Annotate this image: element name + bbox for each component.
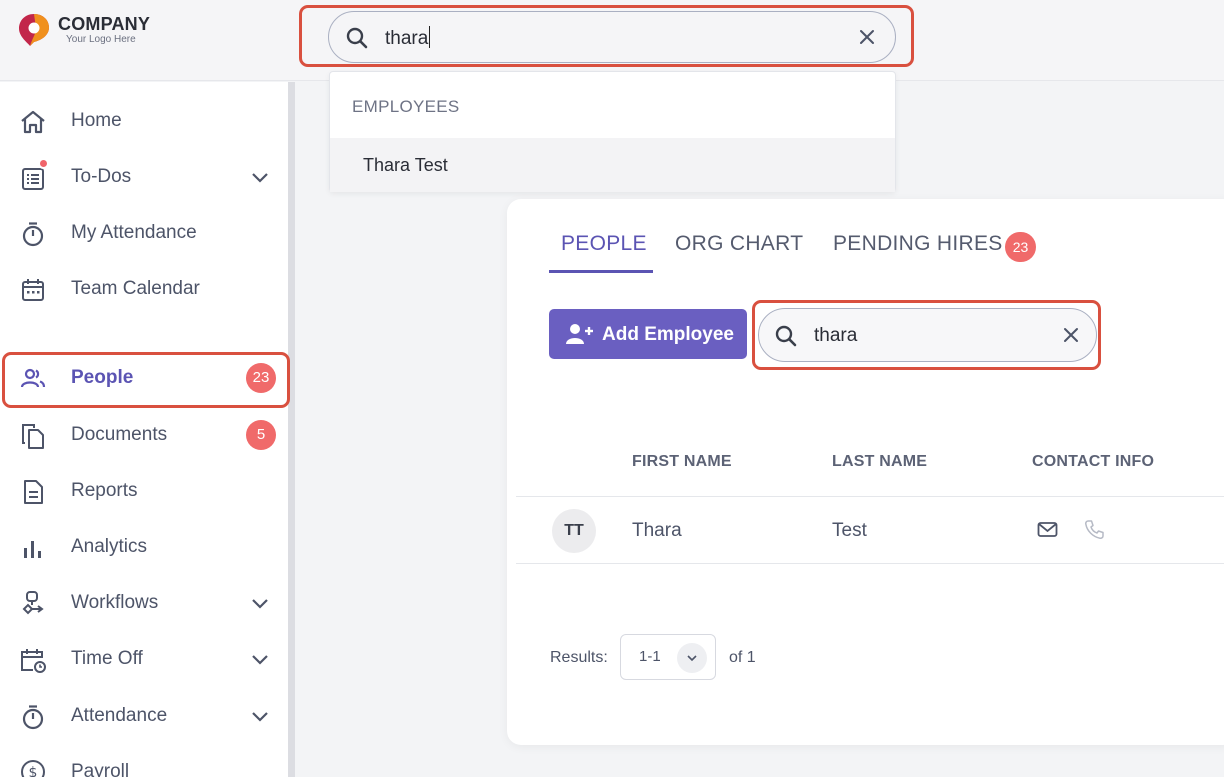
add-employee-button[interactable]: Add Employee xyxy=(549,309,747,359)
column-header-first-name[interactable]: FIRST NAME xyxy=(632,453,732,471)
sidebar-item-workflows[interactable]: Workflows xyxy=(0,577,290,629)
sidebar-item-payroll[interactable]: $ Payroll xyxy=(0,745,290,777)
sidebar-item-label: Attendance xyxy=(71,705,168,726)
documents-icon xyxy=(22,424,44,449)
tab-org-chart[interactable]: ORG CHART xyxy=(675,232,803,256)
logo-name: COMPANY xyxy=(58,14,151,34)
avatar: TT xyxy=(552,509,596,553)
sidebar-item-label: Payroll xyxy=(71,761,130,777)
add-employee-label: Add Employee xyxy=(602,324,734,345)
close-icon[interactable] xyxy=(1061,325,1081,345)
table-divider xyxy=(516,563,1224,564)
sidebar-item-label: To-Dos xyxy=(71,166,132,187)
phone-icon[interactable] xyxy=(1084,519,1104,540)
chevron-down-icon xyxy=(687,655,697,662)
home-icon xyxy=(21,110,45,134)
column-header-contact-info: CONTACT INFO xyxy=(1032,453,1155,470)
sidebar-item-time-off[interactable]: Time Off xyxy=(0,633,290,685)
text-caret xyxy=(429,26,431,48)
sidebar-item-documents[interactable]: Documents 5 xyxy=(0,409,290,461)
sidebar-item-home[interactable]: Home xyxy=(0,95,290,147)
sidebar-item-attendance[interactable]: Attendance xyxy=(0,690,290,742)
dropdown-result-item[interactable]: Thara Test xyxy=(330,138,895,192)
mail-icon[interactable] xyxy=(1037,521,1058,538)
logo-mark-icon xyxy=(19,14,49,46)
column-header-last-name[interactable]: LAST NAME xyxy=(832,453,927,471)
cell-first-name: Thara xyxy=(632,520,682,541)
notification-dot xyxy=(38,158,49,169)
tab-people[interactable]: PEOPLE xyxy=(561,232,647,256)
report-icon xyxy=(24,480,43,504)
active-tab-indicator xyxy=(549,270,653,273)
sidebar-item-label: Documents xyxy=(71,424,168,445)
sidebar-item-label: Team Calendar xyxy=(71,278,200,299)
count-badge: 5 xyxy=(246,420,276,450)
stopwatch-icon xyxy=(22,222,44,247)
logo-tagline: Your Logo Here xyxy=(66,34,136,45)
calendar-clock-icon xyxy=(21,649,46,673)
sidebar-item-my-attendance[interactable]: My Attendance xyxy=(0,207,290,259)
close-icon[interactable] xyxy=(857,27,877,47)
sidebar-item-label: Time Off xyxy=(71,648,143,669)
stopwatch-icon xyxy=(22,705,44,730)
people-search-value: thara xyxy=(814,325,858,346)
add-user-icon xyxy=(566,324,593,344)
global-search-input[interactable]: thara xyxy=(328,11,896,63)
search-icon xyxy=(346,27,368,49)
tab-pending-hires[interactable]: PENDING HIRES xyxy=(833,232,1003,256)
workflow-icon xyxy=(22,591,44,615)
sidebar-item-analytics[interactable]: Analytics xyxy=(0,521,290,573)
pending-hires-badge: 23 xyxy=(1005,232,1036,262)
sidebar-item-label: Analytics xyxy=(71,536,148,557)
people-panel xyxy=(507,199,1224,745)
global-search-value: thara xyxy=(385,28,429,49)
table-divider xyxy=(516,496,1224,497)
people-search-input[interactable]: thara xyxy=(758,308,1097,362)
results-label: Results: xyxy=(550,649,608,666)
people-highlight xyxy=(2,352,290,408)
calendar-icon xyxy=(22,279,44,301)
chevron-down-icon[interactable] xyxy=(250,706,270,726)
search-results-dropdown: EMPLOYEES Thara Test xyxy=(329,71,896,192)
search-icon xyxy=(775,325,797,347)
sidebar-item-label: Reports xyxy=(71,480,138,501)
page-range-select[interactable]: 1-1 xyxy=(620,634,716,680)
dropdown-section-title: EMPLOYEES xyxy=(352,97,460,116)
sidebar-item-label: Workflows xyxy=(71,592,159,613)
total-pages-label: of 1 xyxy=(729,649,756,666)
sidebar-item-label: My Attendance xyxy=(71,222,197,243)
sidebar-item-label: Home xyxy=(71,110,122,131)
sidebar-item-reports[interactable]: Reports xyxy=(0,465,290,517)
chevron-down-icon[interactable] xyxy=(250,167,270,187)
page-range-dropdown-button[interactable] xyxy=(677,643,707,673)
bar-chart-icon xyxy=(24,541,41,558)
page-range-value: 1-1 xyxy=(639,648,661,665)
cell-last-name: Test xyxy=(832,520,867,541)
dollar-icon: $ xyxy=(21,760,45,777)
svg-text:$: $ xyxy=(29,765,38,777)
company-logo[interactable]: COMPANY Your Logo Here xyxy=(16,12,150,48)
sidebar-item-team-calendar[interactable]: Team Calendar xyxy=(0,263,290,315)
chevron-down-icon[interactable] xyxy=(250,593,270,613)
chevron-down-icon[interactable] xyxy=(250,649,270,669)
